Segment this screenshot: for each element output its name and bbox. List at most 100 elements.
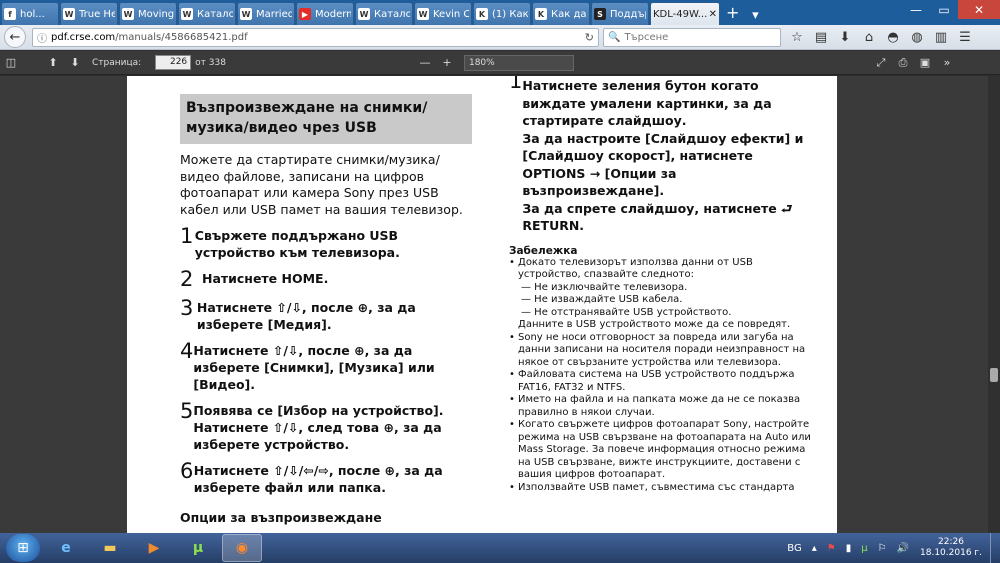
- note-subitem: — Не изваждайте USB кабела.: [521, 294, 683, 305]
- minimize-icon[interactable]: —: [902, 0, 930, 19]
- start-button[interactable]: ⊞: [6, 534, 40, 562]
- tab-8[interactable]: WKevin Ca...: [414, 2, 472, 25]
- page-number-input[interactable]: 226: [155, 55, 192, 70]
- zoom-in-icon[interactable]: +: [436, 53, 458, 73]
- tab-list-icon[interactable]: ▾: [745, 5, 765, 25]
- pocket-icon[interactable]: ◓: [881, 27, 905, 47]
- internet-explorer-icon[interactable]: e: [46, 534, 86, 562]
- previous-page-icon[interactable]: ⬆: [42, 53, 64, 73]
- zoom-out-icon[interactable]: —: [414, 53, 436, 73]
- section-heading: Възпроизвеждане на снимки/ музика/видео …: [180, 94, 472, 144]
- page-label: Страница:: [92, 57, 142, 68]
- info-icon[interactable]: ⓘ: [37, 30, 47, 45]
- globe-icon[interactable]: ◍: [905, 27, 929, 47]
- bookmark-star-icon[interactable]: ☆: [785, 27, 809, 47]
- home-icon[interactable]: ⌂: [857, 27, 881, 47]
- language-indicator[interactable]: BG: [787, 543, 801, 554]
- tab-5[interactable]: WMarried ...: [237, 2, 295, 25]
- right-column: 1 Натиснете зеления бутон когато виждате…: [509, 76, 814, 494]
- note-item: Файловата система на USB устройството по…: [509, 369, 814, 394]
- wordpress-icon: W: [358, 8, 370, 20]
- taskbar: ⊞ e ▬ ▶ µ ◉ BG ▴ ⚑ ▮ µ ⚐ 🔊 22:26 18.10.2…: [0, 533, 1000, 563]
- zoom-select[interactable]: 180%: [463, 54, 574, 71]
- toolbar-icons: ☆ ▤ ⬇ ⌂ ◓ ◍ ▥ ☰: [785, 27, 977, 47]
- vertical-scrollbar[interactable]: [988, 76, 1000, 533]
- right-step: 1 Натиснете зеления бутон когато виждате…: [509, 76, 804, 233]
- tab-strip: fhol... WTrue Hea... WMoving V... WКатал…: [0, 0, 1000, 25]
- tab-10[interactable]: KКак да гл...: [532, 2, 590, 25]
- search-input[interactable]: 🔍 Търсене: [603, 27, 781, 47]
- wordpress-icon: W: [417, 8, 429, 20]
- firefox-icon[interactable]: ◉: [222, 534, 262, 562]
- utorrent-tray-icon[interactable]: µ: [861, 543, 867, 554]
- maximize-icon[interactable]: ▭: [930, 0, 958, 19]
- tab-4[interactable]: WКаталог ...: [178, 2, 236, 25]
- utorrent-icon[interactable]: µ: [178, 534, 218, 562]
- wordpress-icon: W: [181, 8, 193, 20]
- reload-icon[interactable]: ↻: [585, 31, 594, 44]
- note-subitem: — Не отстранявайте USB устройството.: [521, 306, 732, 318]
- security-icon[interactable]: ⚑: [827, 543, 836, 554]
- show-desktop-button[interactable]: [990, 533, 1000, 563]
- extension-icon[interactable]: ▥: [929, 27, 953, 47]
- tab-active[interactable]: KDL-49W... ✕: [650, 2, 720, 25]
- s-icon: S: [594, 8, 606, 20]
- network-icon[interactable]: ▮: [846, 543, 852, 554]
- download-icon[interactable]: ⬇: [833, 27, 857, 47]
- navigation-bar: ← ⓘ pdf.crse.com/manuals/4586685421.pdf …: [0, 25, 1000, 50]
- tray-expand-icon[interactable]: ▴: [812, 543, 817, 554]
- pdf-page: Възпроизвеждане на снимки/ музика/видео …: [127, 76, 837, 533]
- scrollbar-thumb[interactable]: [990, 368, 998, 382]
- volume-icon[interactable]: 🔊: [897, 543, 909, 554]
- left-column: Възпроизвеждане на снимки/ музика/видео …: [180, 94, 472, 525]
- window-controls: — ▭ ✕: [902, 0, 1000, 19]
- intro-paragraph: Можете да стартирате снимки/музика/видео…: [180, 152, 463, 217]
- tab-1[interactable]: f hol...: [1, 2, 59, 25]
- tab-2[interactable]: WTrue Hea...: [60, 2, 118, 25]
- print-icon[interactable]: ⎙: [892, 53, 914, 73]
- note-title: Забележка: [509, 244, 578, 257]
- note-list: Докато телевизорът използва данни от USB…: [509, 257, 814, 495]
- pdf-toolbar: ◫ ⬆ ⬇ Страница: 226 от 338 — + 180% ⤢ ⎙ …: [0, 51, 1000, 75]
- back-icon[interactable]: ←: [4, 26, 26, 48]
- tab-9[interactable]: K(1) Как да...: [473, 2, 531, 25]
- tab-6[interactable]: ▶Modern ...: [296, 2, 354, 25]
- step-6: 6 Натиснете ⇧/⇩/⇦/⇨, после ⊕, за да избер…: [180, 459, 443, 495]
- step-4: 4 Натиснете ⇧/⇩, после ⊕, за да изберете …: [180, 339, 435, 392]
- action-center-icon[interactable]: ⚐: [878, 543, 887, 554]
- tools-icon[interactable]: »: [936, 53, 958, 73]
- next-page-icon[interactable]: ⬇: [64, 53, 86, 73]
- save-icon[interactable]: ▣: [914, 53, 936, 73]
- step-1: 1 Свържете поддържано USB устройство към …: [180, 224, 400, 260]
- note-item: Когато свържете цифров фотоапарат Sony, …: [509, 419, 814, 482]
- tab-3[interactable]: WMoving V...: [119, 2, 177, 25]
- tab-7[interactable]: WКаталог ...: [355, 2, 413, 25]
- pdf-viewer: Възпроизвеждане на снимки/ музика/видео …: [0, 76, 1000, 533]
- k-icon: K: [476, 8, 488, 20]
- media-player-icon[interactable]: ▶: [134, 534, 174, 562]
- note-continuation: Данните в USB устройството може да се по…: [518, 319, 791, 330]
- tab-11[interactable]: SПоддърж...: [591, 2, 649, 25]
- clock[interactable]: 22:26 18.10.2016 г.: [920, 537, 982, 559]
- close-window-icon[interactable]: ✕: [958, 0, 1000, 19]
- presentation-mode-icon[interactable]: ⤢: [870, 53, 892, 73]
- step-5: 5 Появява се [Избор на устройство]. Натис…: [180, 399, 444, 452]
- note-subitem: — Не изключвайте телевизора.: [521, 281, 688, 293]
- subsection-heading: Опции за възпроизвеждане: [180, 510, 382, 525]
- system-tray: BG ▴ ⚑ ▮ µ ⚐ 🔊 22:26 18.10.2016 г.: [782, 533, 1000, 563]
- step-3: 3 Натиснете ⇧/⇩, после ⊕, за да изберете …: [180, 296, 416, 332]
- sidebar-toggle-icon[interactable]: ◫: [0, 53, 22, 73]
- youtube-icon: ▶: [299, 8, 311, 20]
- address-bar[interactable]: ⓘ pdf.crse.com/manuals/4586685421.pdf ↻: [32, 27, 599, 47]
- file-explorer-icon[interactable]: ▬: [90, 534, 130, 562]
- search-icon: 🔍: [608, 31, 621, 43]
- reading-list-icon[interactable]: ▤: [809, 27, 833, 47]
- note-item: Името на файла и на папката може да не с…: [509, 394, 814, 419]
- facebook-icon: f: [4, 8, 16, 20]
- k-icon: K: [535, 8, 547, 20]
- note-item: Докато телевизорът използва данни от USB…: [509, 257, 814, 282]
- new-tab-button[interactable]: +: [720, 3, 745, 25]
- wordpress-icon: W: [122, 8, 134, 20]
- close-tab-icon[interactable]: ✕: [709, 9, 717, 20]
- menu-icon[interactable]: ☰: [953, 27, 977, 47]
